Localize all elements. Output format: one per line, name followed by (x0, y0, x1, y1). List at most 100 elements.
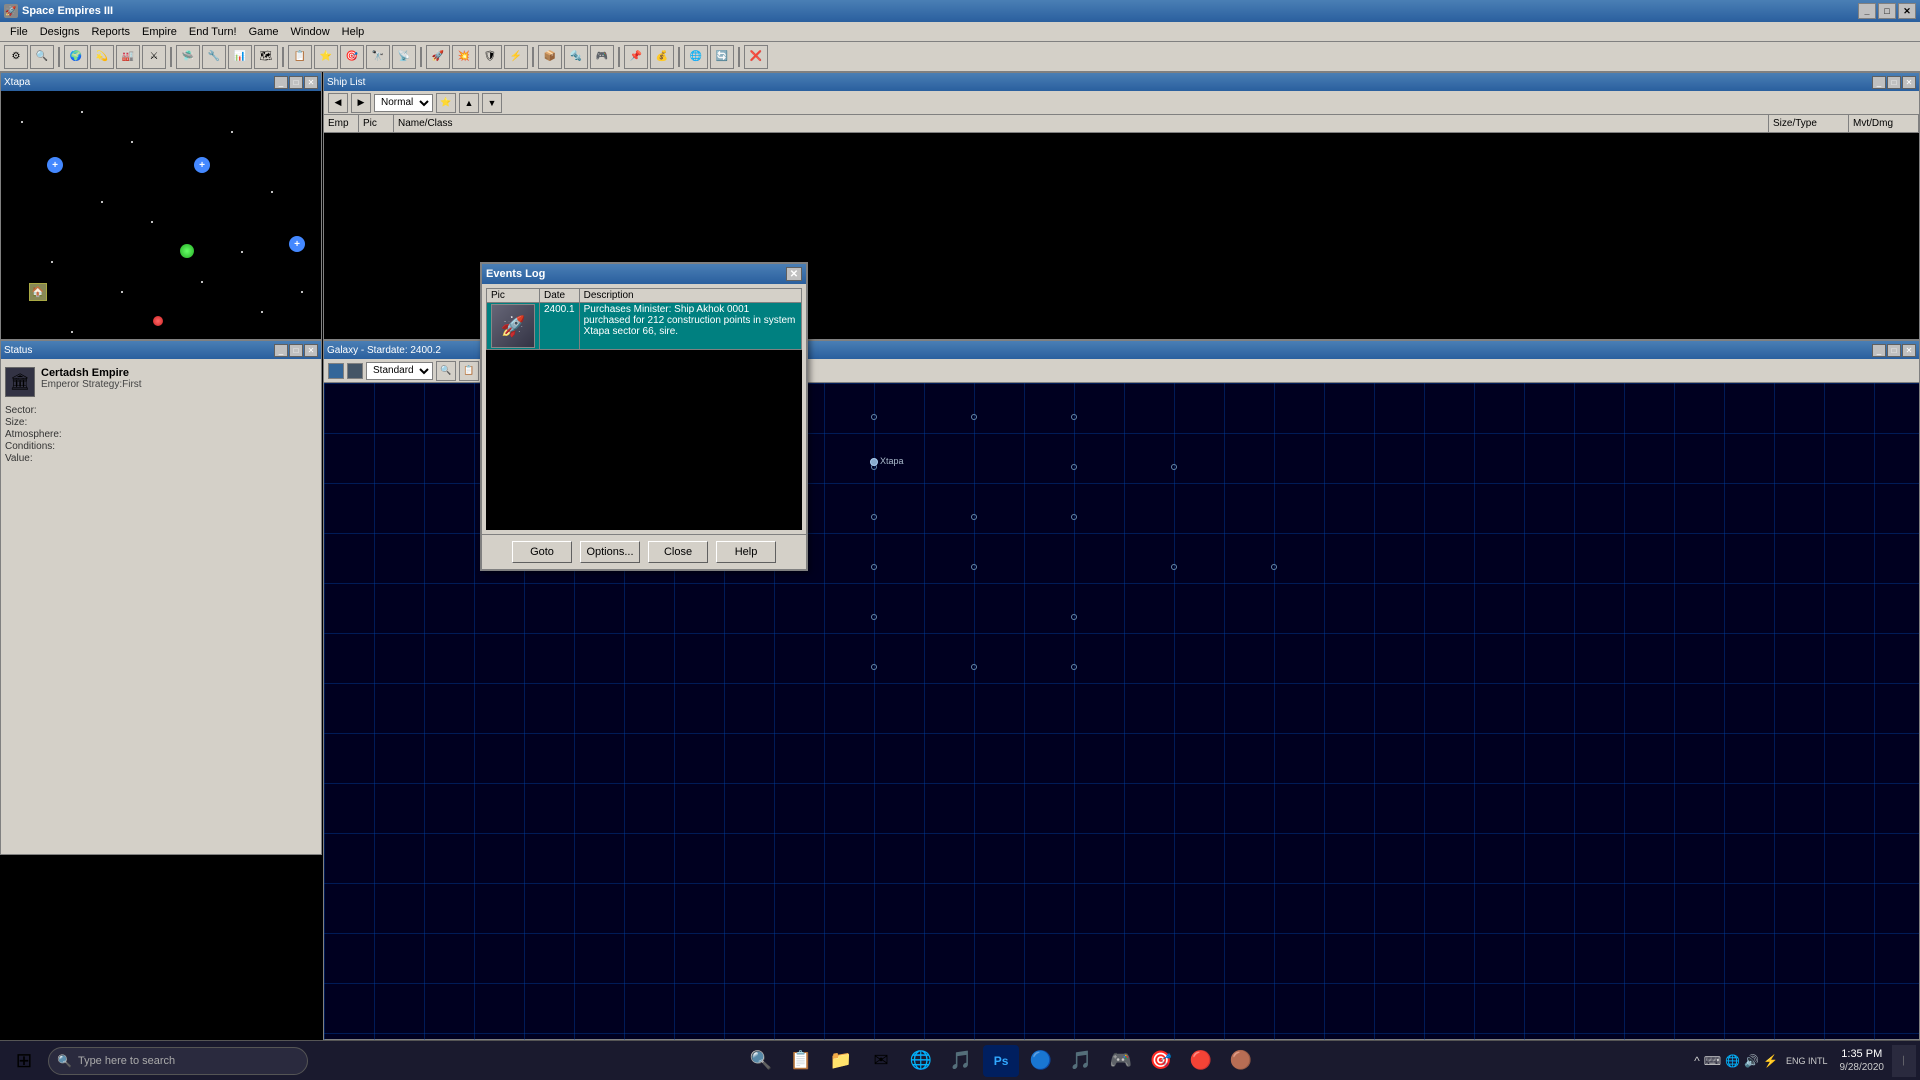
galaxy-filter-btn[interactable]: 📋 (459, 361, 479, 381)
network-icon[interactable]: 🌐 (1725, 1054, 1740, 1068)
taskbar-app-edge[interactable]: 🌐 (903, 1045, 939, 1077)
taskbar-app-mail[interactable]: ✉ (863, 1045, 899, 1077)
toolbar-btn-3[interactable]: 🌍 (64, 45, 88, 69)
volume-icon[interactable]: 🔊 (1744, 1054, 1759, 1068)
taskbar-app-cortana[interactable]: 📋 (783, 1045, 819, 1077)
events-empty-area[interactable] (486, 350, 802, 530)
toolbar-btn-2[interactable]: 🔍 (30, 45, 54, 69)
goto-button[interactable]: Goto (512, 541, 572, 563)
keyboard-icon[interactable]: ⌨ (1704, 1054, 1721, 1068)
taskbar-app-app2[interactable]: 🟤 (1223, 1045, 1259, 1077)
minimize-button[interactable]: _ (1858, 3, 1876, 19)
ship-list-btn-5[interactable]: ▼ (482, 93, 502, 113)
galaxy-btn-2[interactable] (347, 363, 363, 379)
taskbar-app-steam[interactable]: 🎯 (1143, 1045, 1179, 1077)
taskbar-app-spotify[interactable]: 🎵 (1063, 1045, 1099, 1077)
maximize-button[interactable]: □ (1878, 3, 1896, 19)
toolbar-btn-4[interactable]: 💫 (90, 45, 114, 69)
toolbar-btn-11[interactable]: 📋 (288, 45, 312, 69)
xtapa-map[interactable]: + + + 🏠 (1, 91, 321, 339)
ship-list-maximize[interactable]: □ (1887, 76, 1901, 89)
toolbar-btn-21[interactable]: 🔩 (564, 45, 588, 69)
galaxy-system-dot-31[interactable] (971, 564, 977, 570)
galaxy-system-dot-23[interactable] (1071, 414, 1077, 420)
menu-game[interactable]: Game (243, 24, 285, 40)
toolbar-btn-5[interactable]: 🏭 (116, 45, 140, 69)
status-close[interactable]: ✕ (304, 344, 318, 357)
close-button[interactable]: ✕ (1898, 3, 1916, 19)
galaxy-system-dot-35[interactable] (1071, 614, 1077, 620)
galaxy-system-dot-27[interactable] (871, 514, 877, 520)
xtapa-galaxy-marker[interactable]: Xtapa (870, 458, 878, 466)
toolbar-btn-7[interactable]: 🛸 (176, 45, 200, 69)
toolbar-btn-17[interactable]: 💥 (452, 45, 476, 69)
toolbar-btn-20[interactable]: 📦 (538, 45, 562, 69)
galaxy-search-btn[interactable]: 🔍 (436, 361, 456, 381)
ship-list-minimize[interactable]: _ (1872, 76, 1886, 89)
status-restore[interactable]: □ (289, 344, 303, 357)
galaxy-minimize[interactable]: _ (1872, 344, 1886, 357)
toolbar-btn-14[interactable]: 🔭 (366, 45, 390, 69)
options-button[interactable]: Options... (580, 541, 640, 563)
taskbar-app-chrome[interactable]: 🔵 (1023, 1045, 1059, 1077)
chevron-icon[interactable]: ^ (1694, 1054, 1700, 1068)
ship-list-btn-4[interactable]: ▲ (459, 93, 479, 113)
taskbar-app-explorer[interactable]: 📁 (823, 1045, 859, 1077)
menu-end-turn[interactable]: End Turn! (183, 24, 243, 40)
galaxy-btn-color[interactable] (328, 363, 344, 379)
status-minimize[interactable]: _ (274, 344, 288, 357)
toolbar-btn-27[interactable]: ❌ (744, 45, 768, 69)
toolbar-btn-19[interactable]: ⚡ (504, 45, 528, 69)
ship-list-dropdown[interactable]: Normal (374, 94, 433, 112)
toolbar-btn-22[interactable]: 🎮 (590, 45, 614, 69)
event-row-1[interactable]: 🚀 2400.1 Purchases Minister: Ship Akhok … (487, 303, 802, 350)
menu-reports[interactable]: Reports (85, 24, 136, 40)
galaxy-system-dot-32[interactable] (1171, 564, 1177, 570)
galaxy-system-dot-36[interactable] (871, 664, 877, 670)
galaxy-system-dot-33[interactable] (1271, 564, 1277, 570)
toolbar-btn-13[interactable]: 🎯 (340, 45, 364, 69)
xtapa-maximize[interactable]: □ (289, 76, 303, 89)
ship-list-close[interactable]: ✕ (1902, 76, 1916, 89)
close-dialog-button[interactable]: Close (648, 541, 708, 563)
show-desktop-button[interactable]: │ (1892, 1045, 1916, 1077)
help-button[interactable]: Help (716, 541, 776, 563)
toolbar-btn-1[interactable]: ⚙ (4, 45, 28, 69)
menu-window[interactable]: Window (285, 24, 336, 40)
menu-file[interactable]: File (4, 24, 34, 40)
ship-list-btn-1[interactable]: ◀ (328, 93, 348, 113)
taskbar-app-music[interactable]: 🎵 (943, 1045, 979, 1077)
galaxy-close[interactable]: ✕ (1902, 344, 1916, 357)
events-dialog-close-icon[interactable]: ✕ (786, 267, 802, 281)
menu-designs[interactable]: Designs (34, 24, 86, 40)
toolbar-btn-15[interactable]: 📡 (392, 45, 416, 69)
toolbar-btn-23[interactable]: 📌 (624, 45, 648, 69)
galaxy-system-dot-28[interactable] (971, 514, 977, 520)
toolbar-btn-26[interactable]: 🔄 (710, 45, 734, 69)
search-bar[interactable]: 🔍 Type here to search (48, 1047, 308, 1075)
galaxy-system-dot-29[interactable] (1071, 514, 1077, 520)
galaxy-system-dot-21[interactable] (871, 414, 877, 420)
toolbar-btn-25[interactable]: 🌐 (684, 45, 708, 69)
galaxy-system-dot-34[interactable] (871, 614, 877, 620)
toolbar-btn-24[interactable]: 💰 (650, 45, 674, 69)
toolbar-btn-16[interactable]: 🚀 (426, 45, 450, 69)
toolbar-btn-6[interactable]: ⚔ (142, 45, 166, 69)
galaxy-system-dot-25[interactable] (1071, 464, 1077, 470)
galaxy-system-dot-22[interactable] (971, 414, 977, 420)
ship-list-btn-2[interactable]: ▶ (351, 93, 371, 113)
taskbar-app-game[interactable]: 🎮 (1103, 1045, 1139, 1077)
xtapa-close[interactable]: ✕ (304, 76, 318, 89)
toolbar-btn-10[interactable]: 🗺 (254, 45, 278, 69)
galaxy-maximize[interactable]: □ (1887, 344, 1901, 357)
menu-empire[interactable]: Empire (136, 24, 183, 40)
toolbar-btn-9[interactable]: 📊 (228, 45, 252, 69)
galaxy-system-dot-38[interactable] (1071, 664, 1077, 670)
galaxy-system-dot-26[interactable] (1171, 464, 1177, 470)
galaxy-dropdown[interactable]: Standard (366, 362, 433, 380)
toolbar-btn-8[interactable]: 🔧 (202, 45, 226, 69)
toolbar-btn-18[interactable]: 🛡 (478, 45, 502, 69)
taskbar-app-search[interactable]: 🔍 (743, 1045, 779, 1077)
galaxy-system-dot-37[interactable] (971, 664, 977, 670)
start-button[interactable]: ⊞ (4, 1045, 44, 1077)
